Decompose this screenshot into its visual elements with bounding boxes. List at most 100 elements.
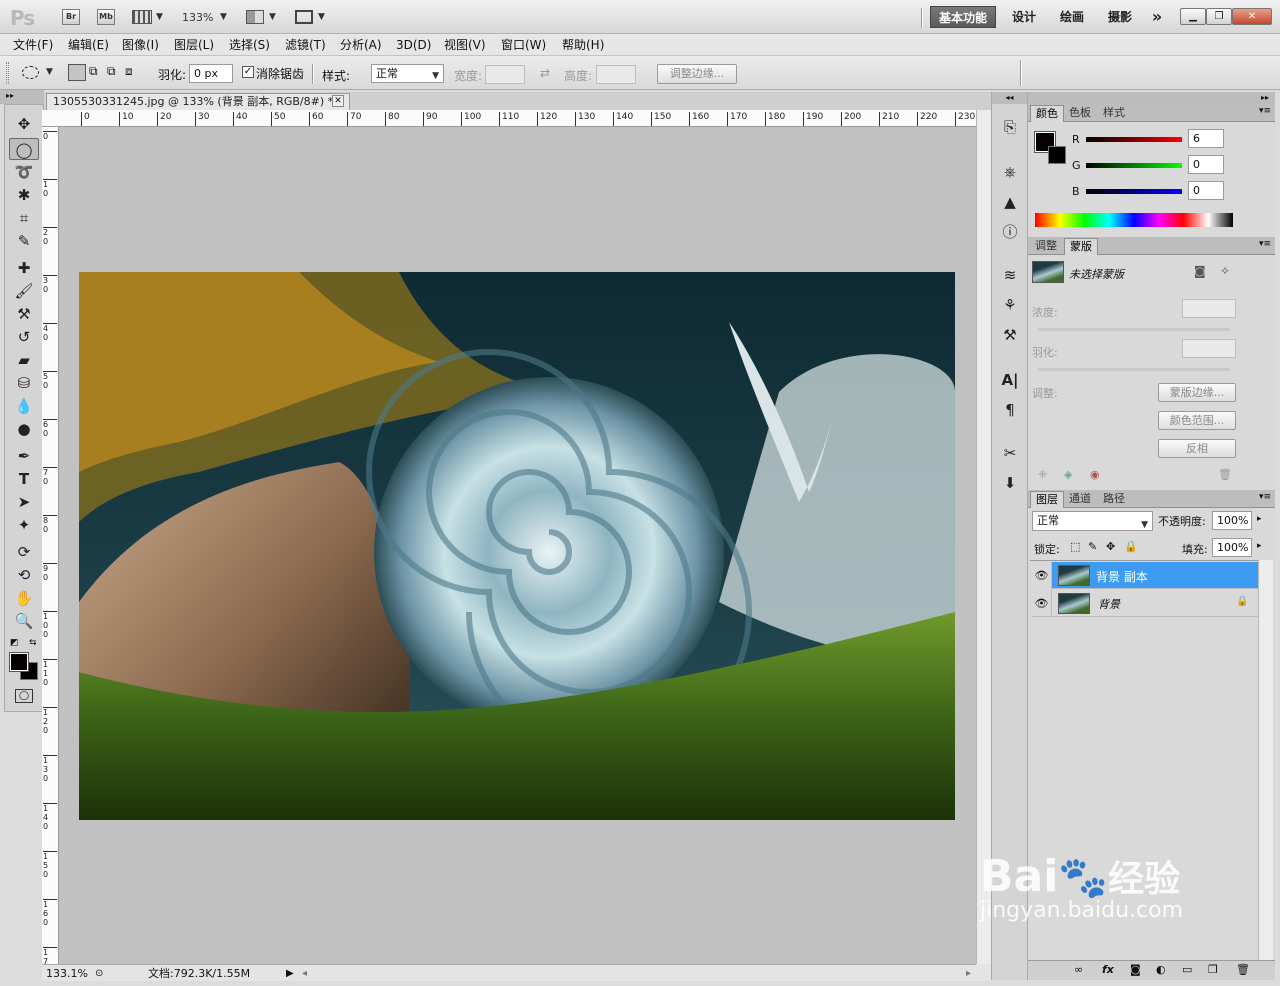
- zoom-level[interactable]: 133%: [182, 11, 213, 24]
- style-select[interactable]: 正常 ▼: [371, 64, 444, 83]
- adjustment-layer-icon[interactable]: ◐: [1156, 963, 1166, 976]
- close-document-icon[interactable]: ✕: [332, 95, 344, 107]
- layers-scrollbar[interactable]: [1258, 560, 1273, 960]
- history-brush-tool-icon[interactable]: ↺: [9, 326, 39, 348]
- delete-mask-icon[interactable]: 🗑: [1218, 468, 1232, 481]
- quick-mask-icon[interactable]: ◯: [15, 689, 33, 703]
- history-panel-icon[interactable]: ⎘: [999, 116, 1021, 138]
- dock-collapse-icon[interactable]: ◂◂: [992, 92, 1027, 104]
- height-input[interactable]: [596, 65, 636, 84]
- r-input[interactable]: 6: [1188, 129, 1224, 148]
- lock-position-icon[interactable]: ✥: [1106, 540, 1115, 553]
- dodge-tool-icon[interactable]: ●: [9, 418, 39, 440]
- delete-layer-icon[interactable]: 🗑: [1236, 963, 1250, 976]
- intersect-selection-icon[interactable]: ⧈: [125, 64, 141, 81]
- info-panel-icon[interactable]: ⓘ: [999, 221, 1021, 243]
- menu-image[interactable]: 图像(I): [122, 34, 159, 56]
- swap-icon[interactable]: ⇄: [540, 66, 550, 80]
- path-selection-tool-icon[interactable]: ➤: [9, 491, 39, 513]
- 3d-panel-icon[interactable]: ⬇: [999, 472, 1021, 494]
- move-tool-icon[interactable]: ✥: [9, 113, 39, 135]
- workspace-painting[interactable]: 绘画: [1052, 6, 1092, 28]
- chevron-down-icon[interactable]: ▼: [318, 12, 325, 22]
- chevron-down-icon[interactable]: ▼: [220, 12, 227, 22]
- mask-feather-slider[interactable]: [1038, 368, 1230, 371]
- mask-edge-button[interactable]: 蒙版边缘...: [1158, 383, 1236, 402]
- elliptical-marquee-icon[interactable]: [22, 66, 39, 79]
- lasso-tool-icon[interactable]: ➰: [9, 161, 39, 183]
- workspace-design[interactable]: 设计: [1004, 6, 1044, 28]
- brush-presets-icon[interactable]: ≋: [999, 264, 1021, 286]
- panel-menu-icon[interactable]: ▾≡: [1259, 239, 1271, 249]
- chevron-down-icon[interactable]: ▼: [269, 12, 276, 22]
- color-range-button[interactable]: 颜色范围...: [1158, 411, 1236, 430]
- status-arrow-icon[interactable]: ▶: [286, 966, 294, 981]
- fill-arrow-icon[interactable]: ▸: [1257, 541, 1262, 551]
- tab-layers[interactable]: 图层: [1030, 491, 1064, 508]
- menu-analysis[interactable]: 分析(A): [340, 34, 382, 56]
- lock-image-icon[interactable]: ✎: [1088, 540, 1097, 553]
- disable-mask-icon[interactable]: ◉: [1090, 468, 1100, 481]
- screen-mode-icon[interactable]: [295, 10, 313, 24]
- magic-wand-tool-icon[interactable]: ✱: [9, 184, 39, 206]
- g-slider[interactable]: [1086, 163, 1182, 168]
- elliptical-marquee-tool-icon[interactable]: ◯: [9, 138, 39, 160]
- paint-bucket-tool-icon[interactable]: ⛁: [9, 372, 39, 394]
- restore-button[interactable]: ❐: [1206, 8, 1232, 25]
- pen-tool-icon[interactable]: ✒: [9, 445, 39, 467]
- blend-mode-select[interactable]: 正常 ▼: [1032, 511, 1153, 531]
- scroll-left-icon[interactable]: ◂: [302, 966, 307, 981]
- chevron-down-icon[interactable]: ▼: [46, 67, 53, 77]
- add-to-selection-icon[interactable]: ⧉: [89, 64, 105, 81]
- density-input[interactable]: [1182, 299, 1236, 318]
- layer-style-icon[interactable]: fx: [1102, 963, 1114, 976]
- r-slider[interactable]: [1086, 137, 1182, 142]
- eyedropper-tool-icon[interactable]: ✎: [9, 230, 39, 252]
- tab-paths[interactable]: 路径: [1098, 491, 1130, 508]
- workspace-photography[interactable]: 摄影: [1100, 6, 1140, 28]
- tool-presets-icon[interactable]: ✂: [999, 442, 1021, 464]
- histogram-panel-icon[interactable]: ▲: [999, 191, 1021, 213]
- toolbox-header[interactable]: ▸▸: [0, 90, 44, 104]
- menu-select[interactable]: 选择(S): [229, 34, 270, 56]
- vertical-scrollbar[interactable]: [976, 110, 991, 964]
- view-extras-icon[interactable]: [132, 10, 152, 24]
- eraser-tool-icon[interactable]: ▰: [9, 349, 39, 371]
- color-spectrum-bar[interactable]: [1035, 213, 1233, 227]
- chevron-down-icon[interactable]: ▼: [156, 12, 163, 22]
- minimize-button[interactable]: ▁: [1180, 8, 1206, 25]
- crop-tool-icon[interactable]: ⌗: [9, 207, 39, 229]
- tab-adjustments[interactable]: 调整: [1030, 238, 1062, 255]
- menu-layer[interactable]: 图层(L): [174, 34, 214, 56]
- tab-channels[interactable]: 通道: [1064, 491, 1096, 508]
- navigator-panel-icon[interactable]: ⎈: [999, 161, 1021, 183]
- layer-name[interactable]: 背景 副本: [1096, 568, 1148, 585]
- more-workspaces-icon[interactable]: »: [1146, 6, 1168, 28]
- zoom-status[interactable]: 133.1%: [46, 966, 88, 981]
- 3d-orbit-tool-icon[interactable]: ⟲: [9, 564, 39, 586]
- visibility-eye-icon[interactable]: 👁: [1032, 590, 1052, 617]
- add-mask-icon[interactable]: ◙: [1130, 963, 1141, 976]
- density-slider[interactable]: [1038, 328, 1230, 331]
- layer-row[interactable]: 👁 背景 🔒: [1032, 590, 1260, 617]
- subtract-selection-icon[interactable]: ⧉: [107, 64, 123, 81]
- invert-button[interactable]: 反相: [1158, 439, 1236, 458]
- mask-feather-input[interactable]: [1182, 339, 1236, 358]
- b-input[interactable]: 0: [1188, 181, 1224, 200]
- b-slider[interactable]: [1086, 189, 1182, 194]
- swap-colors-icon[interactable]: ⇆: [29, 638, 37, 648]
- panel-menu-icon[interactable]: ▾≡: [1259, 106, 1271, 116]
- menu-filter[interactable]: 滤镜(T): [285, 34, 326, 56]
- document-tab[interactable]: 1305530331245.jpg @ 133% (背景 副本, RGB/8#)…: [46, 93, 350, 111]
- blur-tool-icon[interactable]: 💧: [9, 395, 39, 417]
- clone-source-icon[interactable]: ⚒: [999, 324, 1021, 346]
- refine-edge-button[interactable]: 调整边缘...: [657, 64, 737, 84]
- feather-input[interactable]: 0 px: [189, 64, 233, 83]
- menu-window[interactable]: 窗口(W): [501, 34, 546, 56]
- default-colors-icon[interactable]: ◩: [10, 638, 19, 648]
- menu-3d[interactable]: 3D(D): [396, 34, 431, 56]
- layer-row[interactable]: 👁 背景 副本: [1032, 562, 1260, 589]
- scroll-right-icon[interactable]: ▸: [966, 966, 971, 981]
- type-tool-icon[interactable]: T: [9, 468, 39, 490]
- brush-tool-icon[interactable]: 🖌: [9, 280, 39, 302]
